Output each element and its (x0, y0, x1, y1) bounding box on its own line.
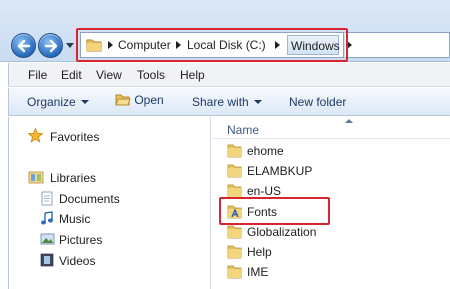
menu-tools[interactable]: Tools (137, 68, 165, 82)
open-folder-icon (115, 94, 131, 106)
share-with-button[interactable]: Share with (192, 95, 262, 109)
file-name: IME (247, 265, 269, 279)
list-item[interactable]: Help (222, 242, 450, 262)
documents-icon (41, 191, 53, 206)
sort-ascending-icon (345, 119, 353, 123)
open-label: Open (134, 93, 164, 107)
folder-icon (227, 144, 242, 158)
address-bar-end[interactable] (345, 32, 450, 58)
back-button[interactable] (11, 33, 36, 58)
share-with-label: Share with (192, 95, 249, 109)
libraries-icon (28, 171, 44, 184)
folder-icon (227, 265, 242, 279)
list-item[interactable]: Globalization (222, 222, 450, 242)
list-item[interactable]: ehome (222, 141, 450, 161)
chevron-down-icon (80, 100, 89, 104)
list-item[interactable]: IME (222, 262, 450, 282)
menu-bar: File Edit View Tools Help (8, 63, 450, 87)
star-icon (28, 128, 43, 143)
organize-label: Organize (27, 95, 76, 109)
organize-button[interactable]: Organize (27, 95, 89, 109)
command-bar: Organize Open Share with New folder (8, 88, 450, 116)
list-item[interactable]: ELAMBKUP (222, 161, 450, 181)
nav-libraries[interactable]: Libraries (50, 171, 96, 185)
folder-icon (227, 245, 242, 259)
videos-icon (40, 253, 54, 267)
nav-videos[interactable]: Videos (59, 254, 95, 268)
file-name: ELAMBKUP (247, 164, 313, 178)
menu-edit[interactable]: Edit (61, 68, 82, 82)
folder-icon (227, 184, 242, 198)
back-arrow-icon (17, 39, 31, 53)
new-folder-button[interactable]: New folder (289, 95, 346, 109)
pictures-icon (40, 233, 55, 245)
nav-favorites[interactable]: Favorites (50, 130, 99, 144)
nav-pictures[interactable]: Pictures (59, 233, 102, 247)
column-name-label[interactable]: Name (227, 123, 259, 137)
folder-icon (227, 225, 242, 239)
menu-help[interactable]: Help (180, 68, 205, 82)
navigation-pane: Favorites Libraries Documents Music Pict… (8, 117, 211, 289)
recent-pages-dropdown-icon[interactable] (66, 43, 74, 49)
file-name: ehome (247, 144, 284, 158)
music-icon (41, 211, 53, 225)
folder-icon (227, 164, 242, 178)
column-header[interactable]: Name (212, 117, 450, 139)
menu-file[interactable]: File (28, 68, 47, 82)
menu-view[interactable]: View (96, 68, 122, 82)
fonts-highlight-box (219, 197, 330, 225)
chevron-down-icon (253, 100, 262, 104)
open-button[interactable]: Open (115, 93, 164, 107)
nav-music[interactable]: Music (59, 212, 90, 226)
nav-documents[interactable]: Documents (59, 192, 120, 206)
address-highlight-box (76, 28, 348, 62)
file-name: Globalization (247, 225, 317, 239)
forward-arrow-icon (44, 39, 58, 53)
file-name: en-US (247, 184, 282, 198)
forward-button[interactable] (38, 33, 63, 58)
file-name: Help (247, 245, 272, 259)
